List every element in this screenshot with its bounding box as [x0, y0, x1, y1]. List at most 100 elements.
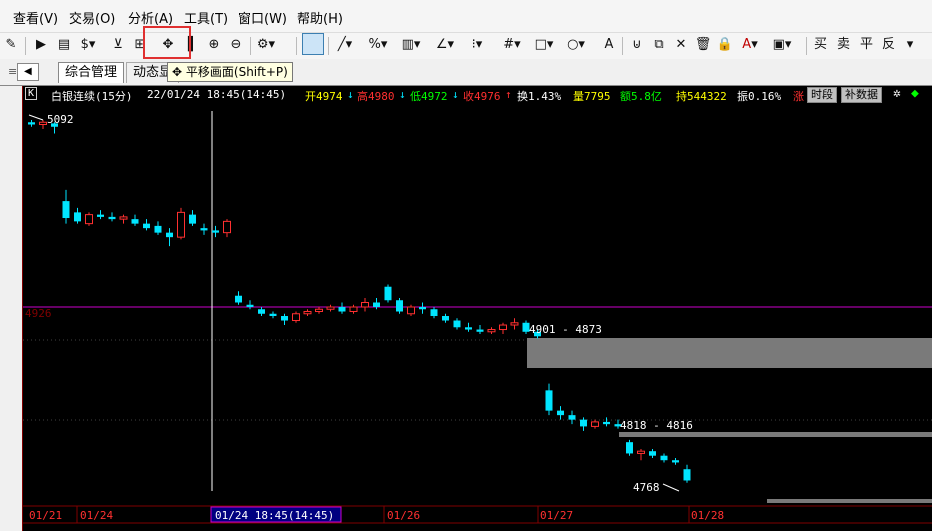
candle-body [74, 212, 81, 222]
menu-bar: 查看(V) 交易(O) 分析(A) 工具(T) 窗口(W) 帮助(H) [0, 0, 932, 32]
date-label: 01/27 [540, 509, 573, 522]
candle-body [97, 214, 104, 217]
dollar-icon[interactable]: $▾ [78, 35, 98, 55]
zoom-out-icon[interactable]: ⊖ [226, 35, 246, 55]
left-strip [0, 86, 22, 531]
chart-area[interactable]: K 白银连续(15分) 22/01/24 18:45(14:45) 开4974 … [22, 86, 932, 531]
candle-body [39, 121, 47, 126]
chart-labels: 5092 4926 4901 - 4873 4818 - 4816 4768 0… [25, 113, 724, 523]
candle-body [258, 309, 265, 314]
bars-tool-icon[interactable]: ▥▾ [401, 35, 421, 55]
candle-body [649, 451, 656, 456]
menu-help[interactable]: 帮助(H) [297, 8, 343, 27]
sell-button[interactable]: 卖 [837, 35, 850, 55]
gap-zone-2 [619, 432, 932, 437]
highlight-box [143, 26, 191, 59]
candle-body [442, 316, 449, 321]
candle-body [108, 216, 116, 220]
document-icon[interactable]: ▤ [54, 35, 74, 55]
text-tool-icon[interactable]: A [599, 35, 619, 55]
date-label: 01/28 [691, 509, 724, 522]
candle-body [453, 320, 461, 328]
edit-icon[interactable]: ✎ [1, 35, 21, 55]
chevron-down-icon[interactable]: ▾ [900, 35, 920, 55]
zoom-in-icon[interactable]: ⊕ [204, 35, 224, 55]
price-label-high: 5092 [47, 113, 74, 126]
copy-icon[interactable]: ⧉ [649, 35, 669, 55]
font-color-icon[interactable]: A▾ [740, 35, 760, 55]
candle-body [683, 469, 691, 481]
save-icon[interactable]: ▣▾ [772, 35, 792, 55]
gap-zone-1 [527, 338, 932, 368]
gear-icon[interactable]: ⚙▾ [256, 35, 276, 55]
candle-body [580, 419, 587, 427]
gap-label-2: 4818 - 4816 [620, 419, 693, 432]
percent-tool-icon[interactable]: %▾ [368, 35, 388, 55]
candlestick-chart[interactable]: 5092 4926 4901 - 4873 4818 - 4816 4768 0… [23, 86, 932, 531]
line-tool-icon[interactable]: ╱▾ [335, 35, 355, 55]
tab-overview[interactable]: 综合管理 [58, 62, 125, 83]
reverse-button[interactable]: 反 [882, 35, 895, 55]
pan-icon: ✥ [172, 65, 183, 79]
candle-body [626, 442, 633, 454]
candle-body [373, 302, 380, 307]
candle-body [487, 329, 496, 333]
menu-view[interactable]: 查看(V) [13, 8, 58, 27]
candle-body [62, 201, 70, 219]
candle-body [269, 313, 277, 317]
crosshair-date-label: 01/24 18:45(14:45) [215, 509, 334, 522]
candle-body [212, 230, 219, 233]
level-tool-icon[interactable]: ⁝▾ [467, 35, 487, 55]
candle-body [349, 306, 358, 313]
candle-body [131, 219, 139, 224]
buy-button[interactable]: 买 [814, 35, 827, 55]
candle-body [85, 214, 93, 225]
candle-body [672, 460, 679, 463]
candle-body [292, 313, 300, 322]
candle-body [143, 223, 150, 229]
circle-tool-icon[interactable]: ○▾ [566, 35, 586, 55]
candle-body [591, 421, 599, 427]
trash-icon[interactable]: 🗑 [693, 35, 713, 55]
candle-body [419, 307, 426, 310]
candle-body [154, 225, 162, 233]
delete-x-icon[interactable]: ✕ [671, 35, 691, 55]
date-label: 01/24 [80, 509, 113, 522]
filter-icon[interactable]: ⊻ [108, 35, 128, 55]
rect-tool-icon[interactable]: □▾ [534, 35, 554, 55]
candle-body [430, 309, 438, 317]
reference-price-label: 4926 [25, 307, 52, 320]
candle-body [28, 122, 35, 125]
selected-tool [302, 33, 324, 55]
menu-window[interactable]: 窗口(W) [238, 8, 287, 27]
candle-body [166, 232, 173, 238]
angle-tool-icon[interactable]: ∠▾ [435, 35, 455, 55]
candle-body [510, 322, 519, 326]
candle-body [396, 300, 403, 312]
candle-body [361, 301, 369, 308]
candle-body [338, 307, 346, 312]
candle-body [326, 306, 335, 310]
candle-body [476, 329, 484, 332]
flat-button[interactable]: 平 [860, 35, 873, 55]
menu-tools[interactable]: 工具(T) [184, 8, 228, 27]
magnet-icon[interactable]: ⊍ [627, 35, 647, 55]
candle-body [303, 311, 312, 315]
candles [28, 120, 691, 483]
menu-trade[interactable]: 交易(O) [69, 8, 115, 27]
price-label-low: 4768 [633, 481, 660, 494]
lock-icon[interactable]: 🔒 [715, 35, 735, 55]
candle-body [568, 415, 576, 420]
grid-tool-icon[interactable]: #▾ [502, 35, 522, 55]
candle-body [189, 214, 196, 224]
candle-body [499, 324, 507, 331]
candle-body [557, 410, 564, 416]
candle-body [246, 304, 254, 307]
gap-zone-3 [767, 499, 932, 503]
candle-body [223, 220, 231, 234]
chevron-left-icon[interactable]: ◀ [17, 63, 39, 81]
date-label: 01/21 [29, 509, 62, 522]
candle-body [315, 308, 323, 313]
menu-analysis[interactable]: 分析(A) [128, 8, 173, 27]
play-icon[interactable]: ▶ [31, 35, 51, 55]
